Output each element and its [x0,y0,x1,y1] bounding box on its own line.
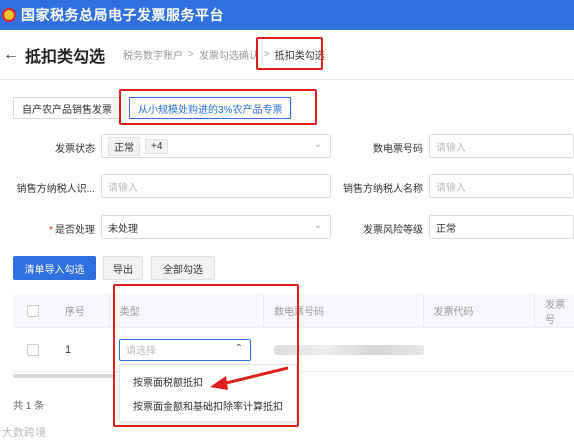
status-tag: 正常 [108,136,140,156]
chevron-down-icon: ⌄ [313,139,322,150]
col-index: 序号 [64,307,85,318]
invoice-status-select[interactable]: 正常 +4 ⌄ [101,134,331,158]
highlight-box-breadcrumb [256,37,323,70]
einvoice-no-input[interactable]: 请输入 [429,134,574,158]
risk-level-select[interactable]: 正常 [429,215,574,239]
highlight-box-tab [119,89,317,125]
seller-taxid-label: 销售方纳税人识... [16,184,95,195]
row-checkbox[interactable] [27,343,39,356]
breadcrumb-item-confirm[interactable]: 发票勾选确认 [199,47,259,62]
seller-taxid-input[interactable]: 请输入 [101,174,331,198]
import-select-button[interactable]: 清单导入勾选 [13,256,96,280]
total-count: 共 1 条 [13,401,45,412]
breadcrumb-separator: > [188,49,194,60]
select-all-checkbox[interactable] [26,304,39,317]
chevron-down-icon: ⌄ [313,220,322,231]
processed-select[interactable]: 未处理 ⌄ [101,215,331,239]
watermark: 大数跨境 [2,427,46,439]
col-invoice-code: 发票代码 [422,294,535,327]
status-more-tag: +4 [145,138,169,154]
col-invoice-no: 发票号 [534,294,574,327]
highlight-box-type [113,284,299,427]
horizontal-scrollbar[interactable] [13,374,113,378]
invoice-status-label: 发票状态 [55,144,95,155]
seller-name-input[interactable]: 请输入 [429,174,574,198]
page-title: 抵扣类勾选 [25,48,106,66]
tax-emblem-icon [2,8,16,22]
seller-name-label: 销售方纳税人名称 [343,184,423,195]
row-index: 1 [65,343,72,356]
app-topbar: 国家税务总局电子发票服务平台 [0,0,574,30]
app-title: 国家税务总局电子发票服务平台 [21,7,224,23]
export-button[interactable]: 导出 [103,256,143,280]
einvoice-no-label: 数电票号码 [373,144,423,155]
back-arrow-icon[interactable]: ← [3,46,19,64]
required-mark: * [49,225,53,236]
annotation-arrow-icon [210,366,288,390]
breadcrumb-item-account[interactable]: 税务数字账户 [123,47,183,62]
processed-label: * 是否处理 [49,225,95,236]
risk-level-label: 发票风险等级 [363,225,423,236]
select-all-button[interactable]: 全部勾选 [151,256,215,280]
tab-self-produced[interactable]: 自产农产品销售发票 [13,97,121,119]
